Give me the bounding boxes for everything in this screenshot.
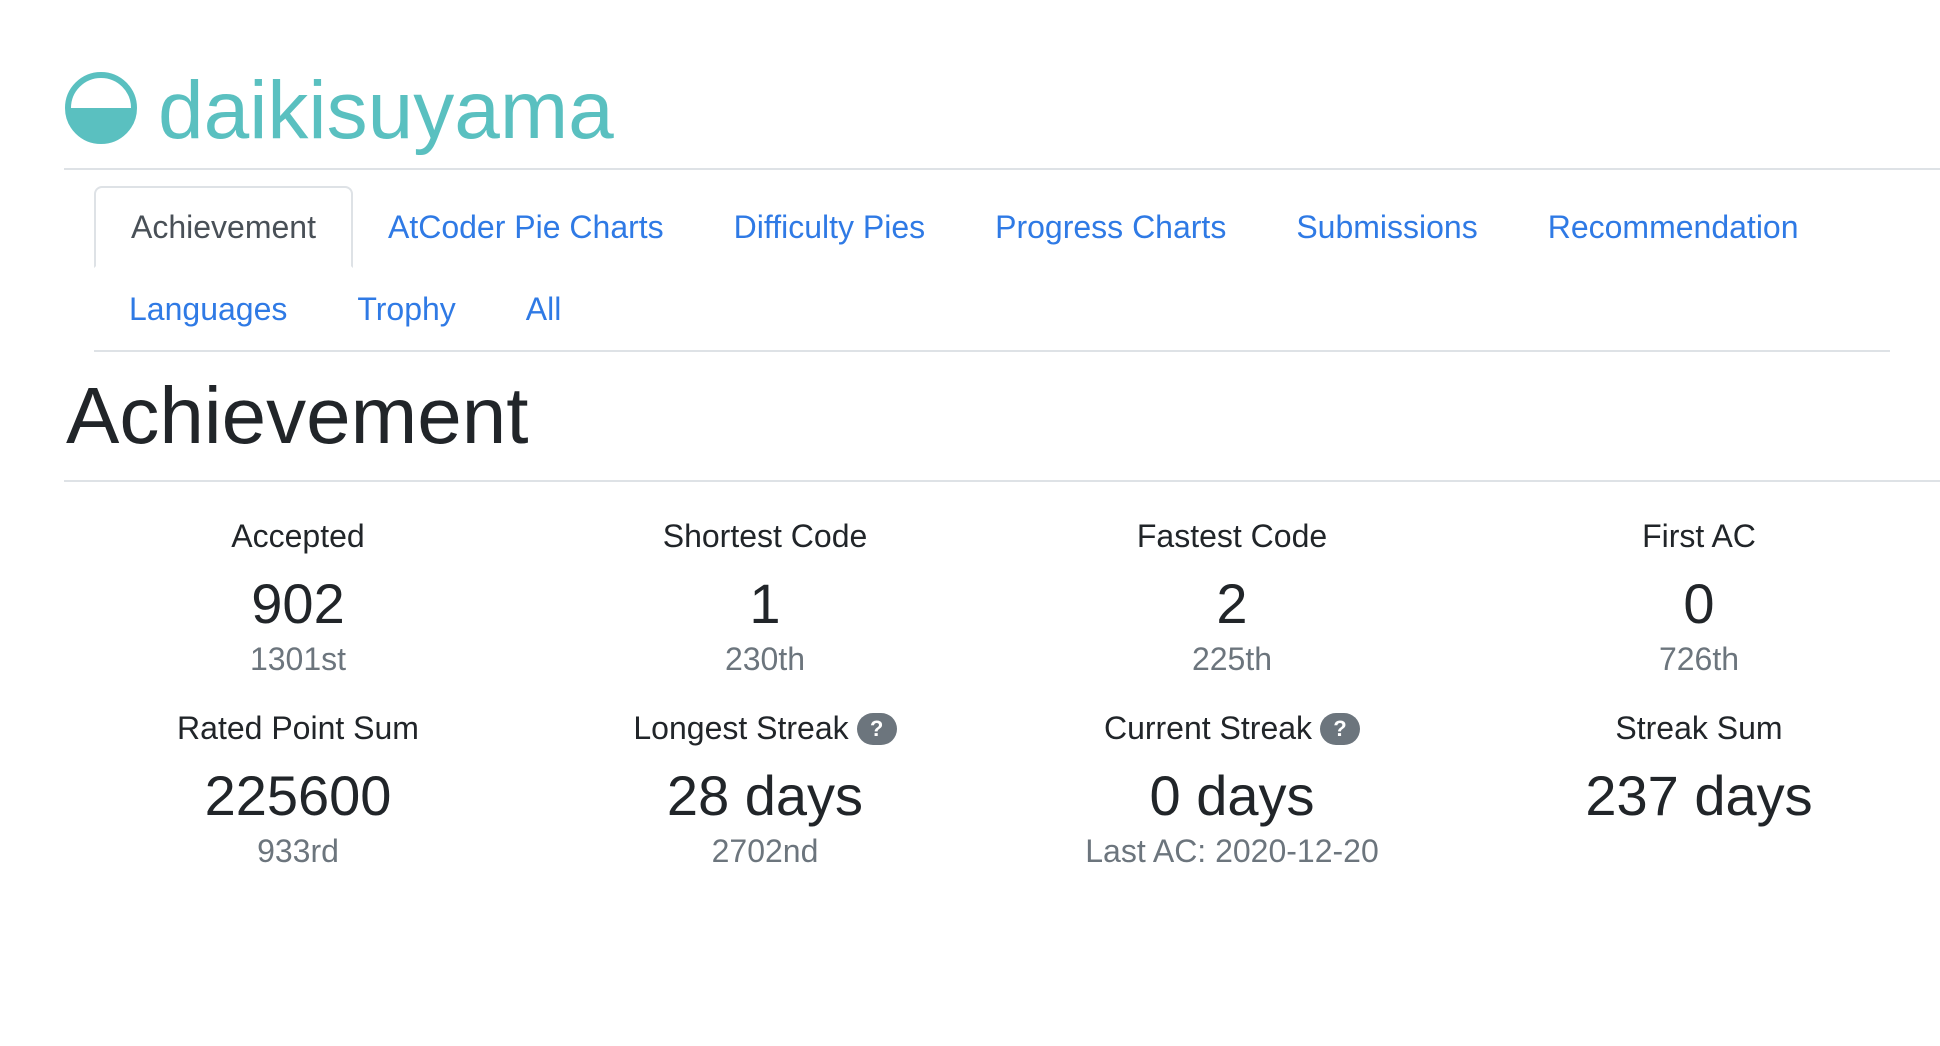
stat-last-ac: Last AC: 2020-12-20 xyxy=(1085,833,1379,870)
stat-streak-sum: Streak Sum 237 days xyxy=(1499,706,1899,829)
stat-label: First AC xyxy=(1642,518,1756,554)
stat-shortest-code: Shortest Code 1 230th xyxy=(565,514,965,681)
stat-label: Current Streak xyxy=(1103,710,1313,746)
stat-value: 225600 xyxy=(204,764,392,827)
stat-longest-streak: Longest Streak? 28 days 2702nd xyxy=(565,706,965,873)
stat-value: 28 days xyxy=(666,764,864,827)
tab-trophy[interactable]: Trophy xyxy=(322,268,490,350)
help-icon[interactable]: ? xyxy=(856,712,897,745)
stat-value: 1 xyxy=(749,572,781,635)
stat-label: Rated Point Sum xyxy=(177,710,419,746)
rank-circle-icon xyxy=(65,72,137,144)
stat-value: 2 xyxy=(1216,572,1248,635)
stat-rank: 225th xyxy=(1191,641,1273,678)
stat-label: Longest Streak xyxy=(633,710,849,746)
stat-rank: 726th xyxy=(1658,641,1740,678)
stat-first-ac: First AC 0 726th xyxy=(1499,514,1899,681)
stat-label: Streak Sum xyxy=(1615,710,1783,746)
tab-difficulty-pies[interactable]: Difficulty Pies xyxy=(699,186,960,268)
stat-value: 902 xyxy=(251,572,345,635)
stat-rank: 933rd xyxy=(257,833,339,870)
tab-achievement[interactable]: Achievement xyxy=(94,186,353,268)
stat-rank: 1301st xyxy=(249,641,347,678)
stat-accepted: Accepted 902 1301st xyxy=(98,514,498,681)
stat-rank: 2702nd xyxy=(711,833,819,870)
tab-row-2: Languages Trophy All xyxy=(94,268,596,350)
stat-label: Fastest Code xyxy=(1136,518,1328,554)
stat-label-row: Current Streak? xyxy=(1032,706,1432,750)
stat-label: Shortest Code xyxy=(662,518,868,554)
tab-atcoder-pie-charts[interactable]: AtCoder Pie Charts xyxy=(353,186,699,268)
tab-progress-charts[interactable]: Progress Charts xyxy=(960,186,1261,268)
section-divider xyxy=(64,480,1940,482)
stat-current-streak: Current Streak? 0 days Last AC: 2020-12-… xyxy=(1032,706,1432,873)
stat-rated-point-sum: Rated Point Sum 225600 933rd xyxy=(98,706,498,873)
stat-rank: 230th xyxy=(724,641,806,678)
header-divider xyxy=(64,168,1940,170)
stat-value: 237 days xyxy=(1585,764,1813,827)
tab-row-1: Achievement AtCoder Pie Charts Difficult… xyxy=(94,186,1834,268)
tabs-divider xyxy=(94,350,1890,352)
tab-submissions[interactable]: Submissions xyxy=(1261,186,1512,268)
tab-all[interactable]: All xyxy=(491,268,597,350)
stat-label-row: Longest Streak? xyxy=(565,706,965,750)
tab-languages[interactable]: Languages xyxy=(94,268,322,350)
help-icon[interactable]: ? xyxy=(1320,712,1361,745)
stat-value: 0 xyxy=(1683,572,1715,635)
page-title: Achievement xyxy=(66,371,529,460)
stat-fastest-code: Fastest Code 2 225th xyxy=(1032,514,1432,681)
stat-label: Accepted xyxy=(231,518,365,554)
username: daikisuyama xyxy=(158,65,614,156)
user-header: daikisuyama xyxy=(64,58,614,158)
stat-value: 0 days xyxy=(1149,764,1315,827)
tab-recommendation[interactable]: Recommendation xyxy=(1513,186,1834,268)
